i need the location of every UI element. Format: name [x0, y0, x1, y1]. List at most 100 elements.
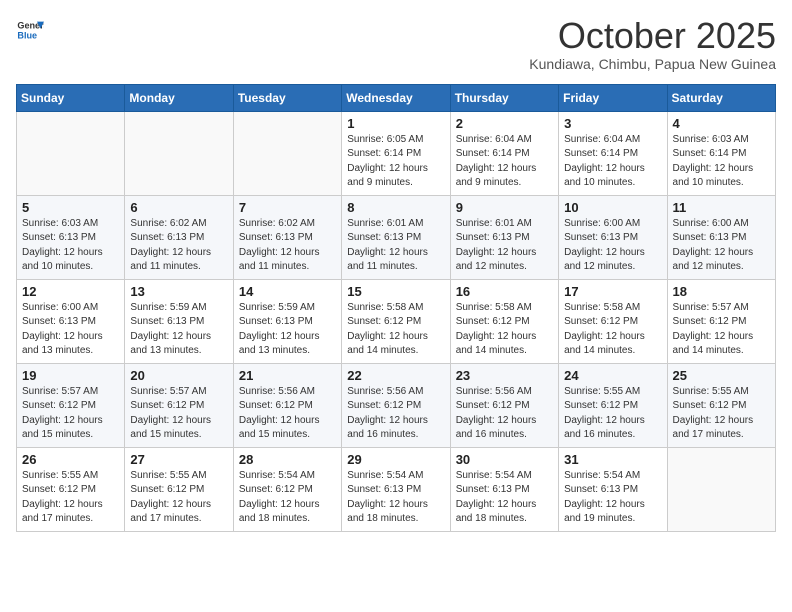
day-number: 17	[564, 284, 661, 299]
day-number: 5	[22, 200, 119, 215]
week-row-1: 1 Sunrise: 6:05 AM Sunset: 6:14 PM Daylig…	[17, 111, 776, 195]
svg-text:Blue: Blue	[17, 30, 37, 40]
day-number: 15	[347, 284, 444, 299]
calendar-cell: 18 Sunrise: 5:57 AM Sunset: 6:12 PM Dayli…	[667, 279, 775, 363]
calendar-cell: 26 Sunrise: 5:55 AM Sunset: 6:12 PM Dayli…	[17, 447, 125, 531]
location: Kundiawa, Chimbu, Papua New Guinea	[529, 56, 776, 72]
day-number: 8	[347, 200, 444, 215]
day-number: 13	[130, 284, 227, 299]
day-number: 2	[456, 116, 553, 131]
day-info: Sunrise: 6:04 AM Sunset: 6:14 PM Dayligh…	[564, 133, 661, 191]
week-row-2: 5 Sunrise: 6:03 AM Sunset: 6:13 PM Daylig…	[17, 195, 776, 279]
weekday-header-monday: Monday	[125, 84, 233, 111]
day-info: Sunrise: 5:54 AM Sunset: 6:12 PM Dayligh…	[239, 469, 336, 527]
calendar-cell: 31 Sunrise: 5:54 AM Sunset: 6:13 PM Dayli…	[559, 447, 667, 531]
calendar-cell	[667, 447, 775, 531]
day-info: Sunrise: 6:03 AM Sunset: 6:13 PM Dayligh…	[22, 217, 119, 275]
calendar-cell	[125, 111, 233, 195]
day-number: 25	[673, 368, 770, 383]
day-info: Sunrise: 5:55 AM Sunset: 6:12 PM Dayligh…	[564, 385, 661, 443]
weekday-header-wednesday: Wednesday	[342, 84, 450, 111]
day-info: Sunrise: 5:56 AM Sunset: 6:12 PM Dayligh…	[456, 385, 553, 443]
day-number: 4	[673, 116, 770, 131]
calendar-cell: 4 Sunrise: 6:03 AM Sunset: 6:14 PM Daylig…	[667, 111, 775, 195]
calendar-cell: 2 Sunrise: 6:04 AM Sunset: 6:14 PM Daylig…	[450, 111, 558, 195]
day-info: Sunrise: 5:58 AM Sunset: 6:12 PM Dayligh…	[347, 301, 444, 359]
calendar-cell: 27 Sunrise: 5:55 AM Sunset: 6:12 PM Dayli…	[125, 447, 233, 531]
logo: General Blue	[16, 16, 44, 44]
week-row-5: 26 Sunrise: 5:55 AM Sunset: 6:12 PM Dayli…	[17, 447, 776, 531]
day-number: 7	[239, 200, 336, 215]
page-header: General Blue October 2025 Kundiawa, Chim…	[16, 16, 776, 72]
calendar-cell: 8 Sunrise: 6:01 AM Sunset: 6:13 PM Daylig…	[342, 195, 450, 279]
day-info: Sunrise: 6:03 AM Sunset: 6:14 PM Dayligh…	[673, 133, 770, 191]
day-info: Sunrise: 5:58 AM Sunset: 6:12 PM Dayligh…	[456, 301, 553, 359]
calendar-cell: 30Sunrise: 5:54 AM Sunset: 6:13 PM Dayli…	[450, 447, 558, 531]
day-info: Sunrise: 6:00 AM Sunset: 6:13 PM Dayligh…	[22, 301, 119, 359]
day-number: 28	[239, 452, 336, 467]
day-info: Sunrise: 5:59 AM Sunset: 6:13 PM Dayligh…	[239, 301, 336, 359]
day-number: 10	[564, 200, 661, 215]
calendar-table: SundayMondayTuesdayWednesdayThursdayFrid…	[16, 84, 776, 532]
calendar-cell: 5 Sunrise: 6:03 AM Sunset: 6:13 PM Daylig…	[17, 195, 125, 279]
day-number: 9	[456, 200, 553, 215]
day-number: 21	[239, 368, 336, 383]
weekday-header-friday: Friday	[559, 84, 667, 111]
day-info: Sunrise: 5:54 AM Sunset: 6:13 PM Dayligh…	[456, 469, 553, 527]
day-number: 18	[673, 284, 770, 299]
day-info: Sunrise: 6:01 AM Sunset: 6:13 PM Dayligh…	[456, 217, 553, 275]
day-number: 1	[347, 116, 444, 131]
day-info: Sunrise: 5:54 AM Sunset: 6:13 PM Dayligh…	[564, 469, 661, 527]
day-number: 20	[130, 368, 227, 383]
calendar-cell: 28 Sunrise: 5:54 AM Sunset: 6:12 PM Dayli…	[233, 447, 341, 531]
day-number: 29	[347, 452, 444, 467]
day-info: Sunrise: 5:55 AM Sunset: 6:12 PM Dayligh…	[130, 469, 227, 527]
calendar-cell: 6 Sunrise: 6:02 AM Sunset: 6:13 PM Daylig…	[125, 195, 233, 279]
calendar-cell: 25 Sunrise: 5:55 AM Sunset: 6:12 PM Dayli…	[667, 363, 775, 447]
calendar-cell: 29Sunrise: 5:54 AM Sunset: 6:13 PM Dayli…	[342, 447, 450, 531]
title-block: October 2025 Kundiawa, Chimbu, Papua New…	[529, 16, 776, 72]
day-number: 22	[347, 368, 444, 383]
calendar-cell: 24Sunrise: 5:55 AM Sunset: 6:12 PM Dayli…	[559, 363, 667, 447]
day-info: Sunrise: 6:00 AM Sunset: 6:13 PM Dayligh…	[673, 217, 770, 275]
day-info: Sunrise: 6:00 AM Sunset: 6:13 PM Dayligh…	[564, 217, 661, 275]
day-info: Sunrise: 5:57 AM Sunset: 6:12 PM Dayligh…	[22, 385, 119, 443]
day-number: 3	[564, 116, 661, 131]
calendar-cell: 3 Sunrise: 6:04 AM Sunset: 6:14 PM Daylig…	[559, 111, 667, 195]
day-number: 6	[130, 200, 227, 215]
day-info: Sunrise: 6:01 AM Sunset: 6:13 PM Dayligh…	[347, 217, 444, 275]
day-info: Sunrise: 5:55 AM Sunset: 6:12 PM Dayligh…	[673, 385, 770, 443]
day-info: Sunrise: 5:57 AM Sunset: 6:12 PM Dayligh…	[673, 301, 770, 359]
day-info: Sunrise: 5:57 AM Sunset: 6:12 PM Dayligh…	[130, 385, 227, 443]
day-number: 26	[22, 452, 119, 467]
calendar-cell: 12Sunrise: 6:00 AM Sunset: 6:13 PM Dayli…	[17, 279, 125, 363]
day-number: 23	[456, 368, 553, 383]
day-info: Sunrise: 5:56 AM Sunset: 6:12 PM Dayligh…	[239, 385, 336, 443]
day-number: 19	[22, 368, 119, 383]
day-number: 31	[564, 452, 661, 467]
calendar-cell: 1 Sunrise: 6:05 AM Sunset: 6:14 PM Daylig…	[342, 111, 450, 195]
calendar-cell	[233, 111, 341, 195]
calendar-cell: 10 Sunrise: 6:00 AM Sunset: 6:13 PM Dayli…	[559, 195, 667, 279]
calendar-cell: 9 Sunrise: 6:01 AM Sunset: 6:13 PM Daylig…	[450, 195, 558, 279]
weekday-header-saturday: Saturday	[667, 84, 775, 111]
day-info: Sunrise: 5:59 AM Sunset: 6:13 PM Dayligh…	[130, 301, 227, 359]
day-info: Sunrise: 5:56 AM Sunset: 6:12 PM Dayligh…	[347, 385, 444, 443]
weekday-header-row: SundayMondayTuesdayWednesdayThursdayFrid…	[17, 84, 776, 111]
day-info: Sunrise: 6:05 AM Sunset: 6:14 PM Dayligh…	[347, 133, 444, 191]
calendar-cell: 13 Sunrise: 5:59 AM Sunset: 6:13 PM Dayli…	[125, 279, 233, 363]
day-number: 14	[239, 284, 336, 299]
calendar-cell: 19 Sunrise: 5:57 AM Sunset: 6:12 PM Dayli…	[17, 363, 125, 447]
calendar-cell: 20 Sunrise: 5:57 AM Sunset: 6:12 PM Dayli…	[125, 363, 233, 447]
day-info: Sunrise: 6:02 AM Sunset: 6:13 PM Dayligh…	[130, 217, 227, 275]
calendar-cell: 21 Sunrise: 5:56 AM Sunset: 6:12 PM Dayli…	[233, 363, 341, 447]
calendar-cell: 17Sunrise: 5:58 AM Sunset: 6:12 PM Dayli…	[559, 279, 667, 363]
calendar-cell: 7Sunrise: 6:02 AM Sunset: 6:13 PM Daylig…	[233, 195, 341, 279]
calendar-cell: 23 Sunrise: 5:56 AM Sunset: 6:12 PM Dayli…	[450, 363, 558, 447]
day-number: 27	[130, 452, 227, 467]
day-info: Sunrise: 6:04 AM Sunset: 6:14 PM Dayligh…	[456, 133, 553, 191]
day-info: Sunrise: 5:55 AM Sunset: 6:12 PM Dayligh…	[22, 469, 119, 527]
calendar-cell: 15 Sunrise: 5:58 AM Sunset: 6:12 PM Dayli…	[342, 279, 450, 363]
week-row-3: 12Sunrise: 6:00 AM Sunset: 6:13 PM Dayli…	[17, 279, 776, 363]
calendar-cell: 14 Sunrise: 5:59 AM Sunset: 6:13 PM Dayli…	[233, 279, 341, 363]
